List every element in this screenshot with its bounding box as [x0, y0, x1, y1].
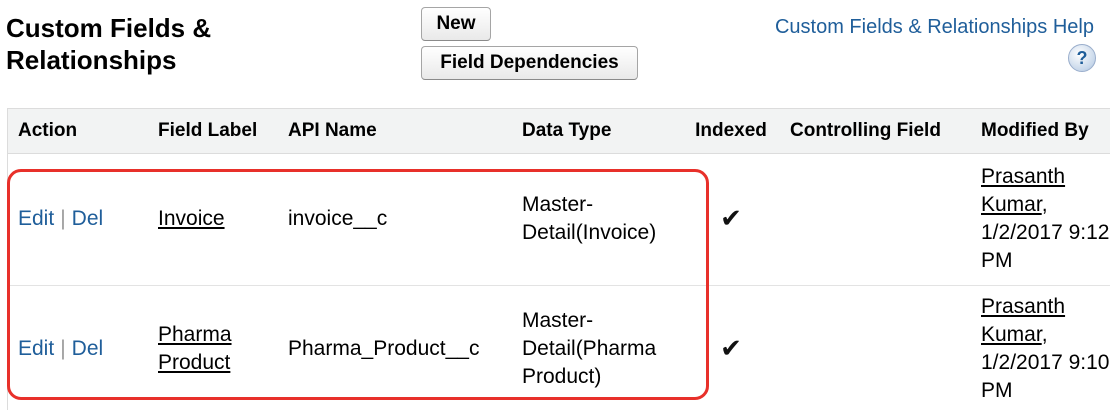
column-header-modified-by[interactable]: Modified By [971, 109, 1110, 154]
controlling-field-cell [780, 153, 971, 286]
indexed-cell: ✔ [682, 285, 780, 410]
column-header-field-label[interactable]: Field Label [148, 109, 278, 154]
custom-fields-table: Action Field Label API Name Data Type In… [7, 108, 1110, 410]
modified-by-cell: Prasanth Kumar, 1/2/2017 9:12 PM [971, 153, 1110, 286]
api-name-cell: Pharma_Product__c [278, 285, 512, 410]
table-row: Edit | Del Invoice invoice__c Master-Detai… [8, 153, 1110, 286]
data-type-cell: Master-Detail(Pharma Product) [512, 285, 682, 410]
help-link[interactable]: Custom Fields & Relationships Help [775, 16, 1094, 39]
checkmark-icon: ✔ [720, 332, 742, 363]
page-title-line2: Relationships [6, 45, 177, 75]
page-title-line1: Custom Fields & [6, 13, 212, 43]
new-button[interactable]: New [421, 7, 491, 41]
controlling-field-cell [780, 285, 971, 410]
api-name-cell: invoice__c [278, 153, 512, 286]
help-icon[interactable]: ? [1068, 44, 1096, 72]
field-label-cell: Pharma Product [148, 285, 278, 410]
checkmark-icon: ✔ [720, 202, 742, 233]
delete-link[interactable]: Del [72, 337, 104, 360]
modified-by-user-link[interactable]: Prasanth Kumar [981, 165, 1065, 216]
field-label-link[interactable]: Pharma Product [158, 323, 232, 374]
action-cell: Edit | Del [8, 153, 148, 286]
indexed-cell: ✔ [682, 153, 780, 286]
column-header-data-type[interactable]: Data Type [512, 109, 682, 154]
modified-by-cell: Prasanth Kumar, 1/2/2017 9:10 PM [971, 285, 1110, 410]
table-header-row: Action Field Label API Name Data Type In… [8, 109, 1110, 154]
table-row: Edit | Del Pharma Product Pharma_Product__… [8, 285, 1110, 410]
action-separator: | [60, 337, 66, 360]
data-type-cell: Master-Detail(Invoice) [512, 153, 682, 286]
column-header-controlling-field[interactable]: Controlling Field [780, 109, 971, 154]
field-label-cell: Invoice [148, 153, 278, 286]
column-header-api-name[interactable]: API Name [278, 109, 512, 154]
field-label-link[interactable]: Invoice [158, 207, 225, 230]
modified-by-user-link[interactable]: Prasanth Kumar [981, 295, 1065, 346]
delete-link[interactable]: Del [72, 207, 104, 230]
edit-link[interactable]: Edit [18, 337, 54, 360]
field-dependencies-button[interactable]: Field Dependencies [421, 46, 638, 80]
column-header-action: Action [8, 109, 148, 154]
action-separator: | [60, 207, 66, 230]
edit-link[interactable]: Edit [18, 207, 54, 230]
page-title: Custom Fields & Relationships [6, 12, 211, 76]
action-cell: Edit | Del [8, 285, 148, 410]
column-header-indexed[interactable]: Indexed [682, 109, 780, 154]
